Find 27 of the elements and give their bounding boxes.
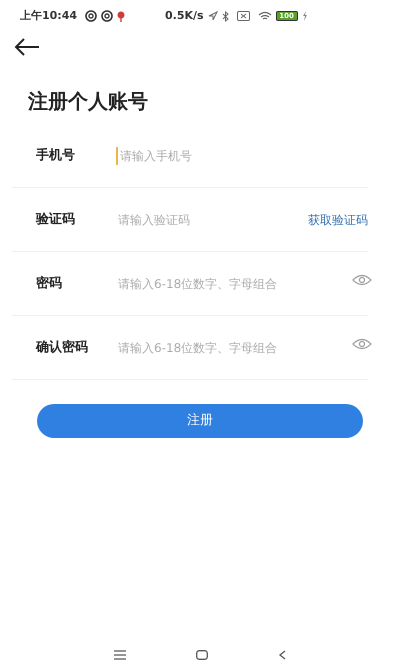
- notification-icon: [101, 10, 114, 22]
- back-arrow-icon[interactable]: [14, 38, 40, 56]
- sim-icon: [236, 11, 250, 21]
- home-icon[interactable]: [196, 650, 208, 660]
- field-label: 验证码: [36, 210, 76, 229]
- eye-icon[interactable]: [352, 338, 372, 350]
- input-field[interactable]: 请输入6-18位数字、字母组合: [116, 274, 352, 292]
- eye-icon[interactable]: [352, 274, 372, 286]
- field-label: 密码: [36, 274, 63, 293]
- field-label: 手机号: [36, 146, 76, 165]
- field-label: 确认密码: [36, 338, 89, 357]
- location-arrow-icon: [208, 11, 218, 21]
- bluetooth-icon: [222, 10, 229, 22]
- input-field[interactable]: 请输入验证码: [116, 210, 308, 228]
- location-pin-icon: [117, 10, 126, 22]
- status-time: 上午10:44: [20, 8, 78, 24]
- input-field[interactable]: 请输入6-18位数字、字母组合: [116, 338, 352, 356]
- back-icon[interactable]: [278, 650, 286, 660]
- charging-icon: [302, 11, 308, 21]
- get-code-link[interactable]: 获取验证码: [308, 210, 368, 228]
- menu-icon[interactable]: [114, 650, 126, 660]
- page-title: 注册个人账号: [28, 88, 149, 115]
- wifi-icon: [258, 11, 272, 21]
- register-button[interactable]: 注册: [37, 404, 363, 438]
- notification-icon: [85, 10, 98, 22]
- network-speed: 0.5K/s: [165, 8, 204, 24]
- input-field[interactable]: 请输入手机号: [116, 146, 368, 164]
